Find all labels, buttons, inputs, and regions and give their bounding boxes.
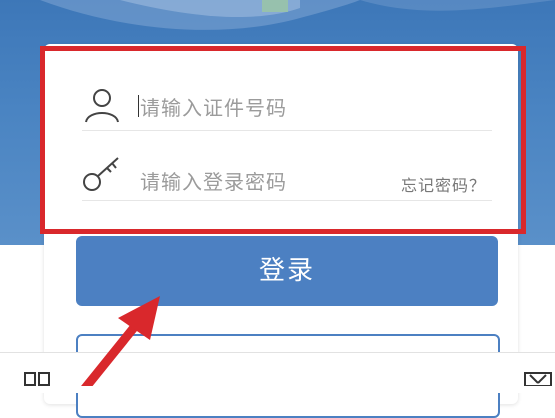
annotation-arrow-icon	[81, 296, 160, 386]
